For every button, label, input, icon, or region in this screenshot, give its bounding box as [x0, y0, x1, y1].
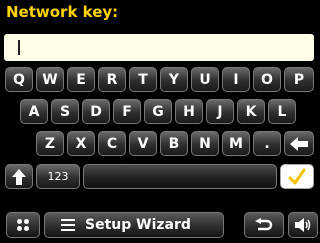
arrow-left-icon	[290, 136, 308, 151]
key-z[interactable]: Z	[36, 131, 64, 156]
key-f[interactable]: F	[113, 99, 141, 124]
key-w[interactable]: W	[36, 67, 64, 92]
key-i[interactable]: I	[222, 67, 250, 92]
key-d[interactable]: D	[82, 99, 110, 124]
back-arrow-icon	[255, 218, 273, 231]
key-t[interactable]: T	[129, 67, 157, 92]
network-key-input[interactable]	[4, 34, 314, 61]
text-caret	[18, 40, 20, 55]
numeric-key[interactable]: 123	[36, 164, 80, 189]
key-c[interactable]: C	[98, 131, 126, 156]
confirm-key[interactable]	[280, 164, 314, 189]
key-l[interactable]: L	[268, 99, 296, 124]
arrow-up-icon	[12, 168, 26, 185]
key-k[interactable]: K	[237, 99, 265, 124]
volume-button[interactable]	[288, 212, 318, 238]
key-v[interactable]: V	[129, 131, 157, 156]
key-a[interactable]: A	[20, 99, 48, 124]
key-period[interactable]: .	[253, 131, 281, 156]
menu-grid-button[interactable]	[6, 212, 40, 238]
back-button[interactable]	[244, 212, 284, 238]
page-title: Network key:	[6, 3, 119, 21]
key-m[interactable]: M	[222, 131, 250, 156]
setup-wizard-title-bar[interactable]: Setup Wizard	[44, 212, 224, 238]
key-q[interactable]: Q	[5, 67, 33, 92]
speaker-icon	[295, 218, 311, 232]
hamburger-menu-icon	[61, 219, 75, 231]
shift-key[interactable]	[5, 164, 33, 189]
key-n[interactable]: N	[191, 131, 219, 156]
key-x[interactable]: X	[67, 131, 95, 156]
on-screen-keyboard: Q W E R T Y U I O P A S D F G H J K L Z …	[0, 63, 320, 197]
setup-wizard-label: Setup Wizard	[85, 217, 191, 233]
key-j[interactable]: J	[206, 99, 234, 124]
key-o[interactable]: O	[253, 67, 281, 92]
checkmark-icon	[288, 168, 306, 184]
grid-icon	[17, 219, 29, 231]
key-r[interactable]: R	[98, 67, 126, 92]
backspace-key[interactable]	[284, 131, 314, 156]
key-g[interactable]: G	[144, 99, 172, 124]
key-e[interactable]: E	[67, 67, 95, 92]
key-y[interactable]: Y	[160, 67, 188, 92]
space-key[interactable]	[83, 164, 277, 189]
key-h[interactable]: H	[175, 99, 203, 124]
key-b[interactable]: B	[160, 131, 188, 156]
key-u[interactable]: U	[191, 67, 219, 92]
bottom-bar: Setup Wizard	[0, 207, 320, 243]
key-s[interactable]: S	[51, 99, 79, 124]
key-p[interactable]: P	[284, 67, 314, 92]
